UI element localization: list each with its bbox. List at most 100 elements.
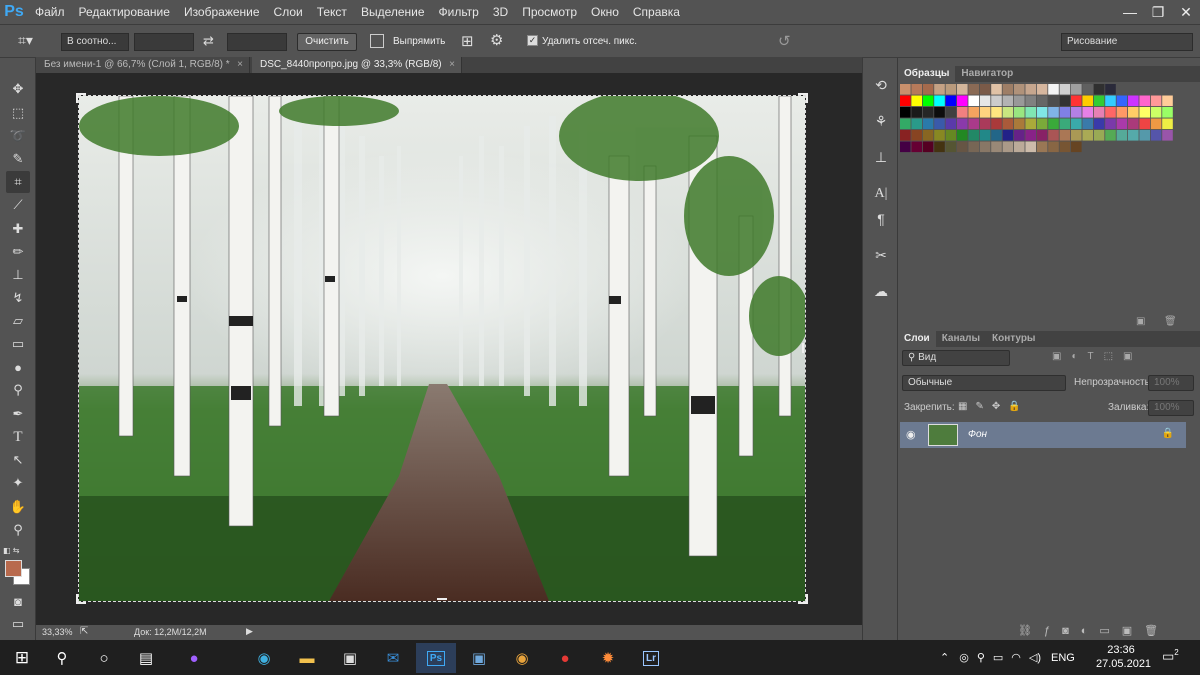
swatch[interactable] [1002,130,1014,141]
swatch[interactable] [922,141,934,153]
quick-mask-icon[interactable]: ◙ [6,590,30,612]
swatch[interactable] [1105,84,1116,95]
menu-3d[interactable]: 3D [486,0,515,24]
swatch[interactable] [1082,84,1093,95]
ratio-select[interactable]: В соотно... [61,33,129,51]
swap-icon[interactable]: ⇄ [203,33,214,49]
system-tray[interactable]: ⌃ ◎ ⚲ ▭ ◠ ◁) ENG [940,640,1085,675]
swatch[interactable] [991,84,1002,95]
type-tool-icon[interactable]: T [6,426,30,448]
swatch-colors[interactable] [898,84,1200,164]
swatch[interactable] [900,141,911,153]
swatch[interactable] [1116,118,1128,130]
screen-mode-icon[interactable]: ▭ [6,613,30,635]
fill-input[interactable]: 100% [1148,400,1194,416]
menu-layers[interactable]: Слои [267,0,310,24]
swatch[interactable] [1093,95,1105,107]
swatch[interactable] [957,130,968,141]
eye-icon[interactable]: ◉ [906,428,916,441]
swatch[interactable] [1025,141,1036,153]
swatch[interactable] [1128,107,1139,118]
swatch[interactable] [1025,84,1036,95]
lasso-tool-icon[interactable]: ➰ [6,125,30,147]
menu-select[interactable]: Выделение [354,0,432,24]
crop-handle-bottom-left[interactable] [76,594,86,604]
chevron-up-icon[interactable]: ⌃ [940,651,949,664]
swatch[interactable] [1071,84,1082,95]
swatch[interactable] [922,84,934,95]
task-view-icon[interactable]: ▤ [126,643,166,673]
layer-filter-icons[interactable]: ▣◐T⬚▣ [1052,351,1143,362]
swatch[interactable] [1014,84,1025,95]
character-icon[interactable]: A| [869,183,893,205]
tab-channels[interactable]: Каналы [936,331,986,347]
swatch[interactable] [1116,130,1128,141]
marquee-tool-icon[interactable]: ⬚ [6,102,30,124]
swatch[interactable] [957,84,968,95]
tab-paths[interactable]: Контуры [986,331,1041,347]
swatch[interactable] [1059,95,1071,107]
status-menu-arrow-icon[interactable]: ▶ [246,626,253,637]
swatch[interactable] [1025,107,1036,118]
swatch[interactable] [1093,107,1105,118]
straighten-icon[interactable] [370,34,384,48]
close-button[interactable]: ✕ [1172,0,1200,24]
foreground-color-swatch[interactable] [5,560,22,577]
swatch[interactable] [1048,130,1059,141]
delete-cropped-checkbox[interactable]: ✓ [527,35,538,46]
zoom-tool-icon[interactable]: ⚲ [6,519,30,541]
swatch[interactable] [934,84,945,95]
swatch[interactable] [1150,118,1162,130]
swatch[interactable] [922,107,934,118]
forest-photo[interactable] [79,96,805,601]
tools-presets-icon[interactable]: ✂ [869,244,893,266]
swatch[interactable] [1071,141,1082,153]
swatch[interactable] [1082,95,1093,107]
swatch[interactable] [945,141,957,153]
tab-untitled[interactable]: Без имени-1 @ 66,7% (Слой 1, RGB/8) * × [36,57,250,73]
menu-edit[interactable]: Редактирование [72,0,177,24]
swatch[interactable] [945,95,957,107]
swatch[interactable] [1059,118,1071,130]
save-icon[interactable]: ▣ [459,643,499,673]
swatch[interactable] [968,84,979,95]
eraser-icon[interactable]: ▱ [6,310,30,332]
menu-file[interactable]: Файл [28,0,72,24]
swatch[interactable] [1128,130,1139,141]
swatch[interactable] [1071,118,1082,130]
swatch[interactable] [968,130,979,141]
swatch[interactable] [1093,118,1105,130]
swatch[interactable] [945,118,957,130]
swatch[interactable] [991,118,1002,130]
gradient-icon[interactable]: ▭ [6,333,30,355]
swatch[interactable] [945,84,957,95]
swatch[interactable] [934,95,945,107]
photoshop-taskbar-icon[interactable]: Ps [416,643,456,673]
webcam-icon[interactable]: ◎ [959,651,969,664]
history-icon[interactable]: ⟲ [869,74,893,96]
swatch[interactable] [1162,118,1173,130]
swatch[interactable] [900,130,911,141]
swatch[interactable] [1048,84,1059,95]
swatch[interactable] [1139,130,1150,141]
swatch[interactable] [1071,107,1082,118]
swatch[interactable] [922,118,934,130]
lock-icons[interactable]: ▦✎✥🔒 [958,401,1029,412]
swatch[interactable] [900,118,911,130]
wifi-icon[interactable]: ◠ [1011,651,1021,664]
file-explorer-icon[interactable]: ▬ [287,643,327,673]
mail-icon[interactable]: ✉ [373,643,413,673]
swatch[interactable] [1002,95,1014,107]
restore-button[interactable]: ❐ [1144,0,1172,24]
layer-actions-icons[interactable]: ⛓ƒ◙◐▭▣🗑 [1018,624,1170,637]
workspace-select[interactable]: Рисование [1061,33,1193,51]
swatch[interactable] [1093,130,1105,141]
app-icon[interactable]: ✹ [588,643,628,673]
swatch[interactable] [991,95,1002,107]
menu-type[interactable]: Текст [310,0,354,24]
cortana-icon[interactable]: ○ [84,643,124,673]
swatch[interactable] [911,107,922,118]
search-icon[interactable]: ⚲ [42,643,82,673]
swatch[interactable] [1002,107,1014,118]
yandex-browser-icon[interactable]: ● [545,643,585,673]
